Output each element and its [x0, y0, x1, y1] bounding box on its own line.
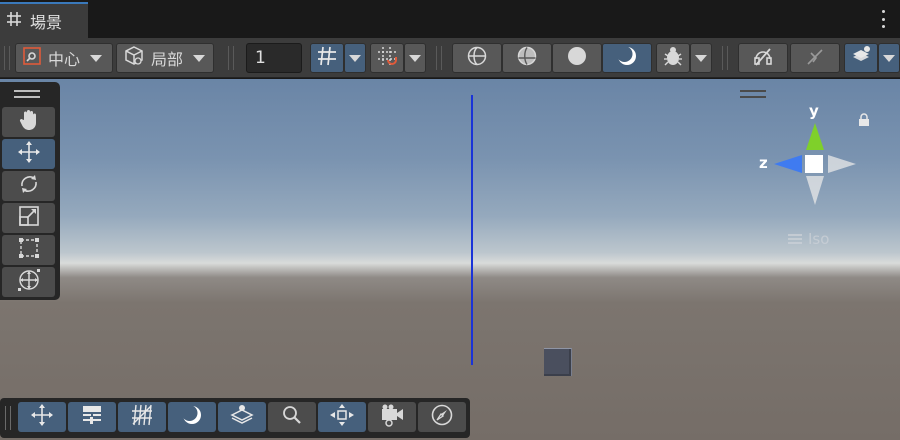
grid-visibility-dropdown[interactable] — [344, 43, 366, 73]
pivot-center-icon — [22, 46, 42, 70]
toolbar-grip[interactable] — [4, 46, 10, 70]
hand-tool-button[interactable] — [2, 107, 55, 137]
camera-overlay-button[interactable] — [368, 402, 416, 432]
shaded-wireframe-icon — [516, 45, 538, 71]
bottom-overlay-toolbar — [0, 398, 470, 438]
lighting-toggle-button[interactable] — [602, 43, 652, 73]
scene-window: 場景 中心 局部 1 y z Iso — [0, 0, 900, 440]
tab-title: 場景 — [30, 13, 63, 32]
tab-bar: 場景 — [0, 0, 900, 38]
gizmo-drag-handle[interactable] — [740, 90, 766, 98]
sliders-icon — [80, 403, 104, 431]
draw-modes-icon — [850, 45, 872, 71]
effects-toggle-button[interactable] — [790, 43, 840, 73]
hand-tool-icon — [17, 108, 41, 136]
scene-toolbar: 中心 局部 1 — [0, 38, 900, 78]
local-space-cube-icon — [123, 45, 145, 71]
wireframe-shading-button[interactable] — [452, 43, 502, 73]
chevron-down-icon — [883, 54, 895, 62]
projection-label: Iso — [808, 230, 830, 248]
grid-lines-overlay-button[interactable] — [118, 402, 166, 432]
lighting-overlay-button[interactable] — [168, 402, 216, 432]
chevron-down-icon — [193, 54, 206, 62]
effects-off-icon — [804, 45, 826, 71]
chevron-down-icon — [695, 54, 707, 62]
layers-overlay-button[interactable] — [218, 402, 266, 432]
move-tool-icon — [17, 140, 41, 168]
camera-icon — [379, 403, 405, 431]
audio-off-icon — [752, 45, 774, 71]
rotate-tool-icon — [17, 172, 41, 200]
scene-viewport[interactable] — [0, 79, 900, 440]
grid-visibility-button[interactable] — [310, 43, 344, 73]
lock-icon[interactable] — [857, 112, 871, 131]
chevron-down-icon — [409, 54, 421, 62]
gizmo-z-label: z — [759, 154, 768, 172]
z-axis-guide-line — [471, 95, 473, 365]
scale-tool-icon — [17, 204, 41, 232]
grid-snap-dropdown[interactable] — [404, 43, 426, 73]
scale-tool-button[interactable] — [2, 203, 55, 233]
compass-icon — [430, 403, 454, 431]
audio-toggle-button[interactable] — [738, 43, 788, 73]
transform-tool-icon — [17, 268, 41, 296]
gizmo-y-label: y — [809, 102, 819, 120]
toolbar-grip[interactable] — [436, 46, 442, 70]
debug-bug-icon — [662, 45, 684, 71]
scene-grid-icon — [6, 11, 22, 31]
grid-visibility-icon — [316, 45, 338, 71]
kebab-menu-icon[interactable] — [880, 10, 886, 28]
cube-object[interactable] — [544, 348, 572, 376]
debug-draw-button[interactable] — [656, 43, 690, 73]
wireframe-shading-icon — [466, 45, 488, 71]
move-tool-button[interactable] — [2, 139, 55, 169]
search-icon — [280, 403, 304, 431]
tab-scene[interactable]: 場景 — [0, 2, 88, 38]
shaded-wireframe-button[interactable] — [502, 43, 552, 73]
rect-tool-button[interactable] — [2, 235, 55, 265]
grid-lines-icon — [130, 403, 154, 431]
grid-snap-value-input[interactable]: 1 — [246, 43, 302, 73]
shaded-icon — [566, 45, 588, 71]
layers-icon — [230, 403, 254, 431]
navigation-overlay-button[interactable] — [418, 402, 466, 432]
pivot-dropdown[interactable]: 中心 — [15, 43, 113, 73]
toolbar-grip[interactable] — [722, 46, 728, 70]
grid-snap-icon — [376, 45, 398, 71]
tools-overlay — [0, 82, 60, 300]
chevron-down-icon — [90, 54, 103, 62]
debug-draw-dropdown[interactable] — [690, 43, 712, 73]
sliders-overlay-button[interactable] — [68, 402, 116, 432]
move-tool-icon — [30, 403, 54, 431]
move-overlay-button[interactable] — [18, 402, 66, 432]
space-label: 局部 — [151, 50, 184, 69]
overlay-drag-handle[interactable] — [14, 90, 40, 98]
search-overlay-button[interactable] — [268, 402, 316, 432]
moon-icon — [180, 403, 204, 431]
projection-toggle[interactable]: Iso — [788, 230, 829, 248]
orientation-gizmo[interactable] — [772, 120, 858, 210]
rotate-tool-button[interactable] — [2, 171, 55, 201]
snap-overlay-button[interactable] — [318, 402, 366, 432]
snap-center-icon — [329, 403, 355, 431]
lighting-icon — [616, 45, 638, 71]
overlay-grip[interactable] — [5, 406, 11, 430]
shaded-button[interactable] — [552, 43, 602, 73]
transform-tool-button[interactable] — [2, 267, 55, 297]
rect-tool-icon — [17, 236, 41, 264]
menu-lines-icon — [788, 234, 802, 244]
grid-snap-button[interactable] — [370, 43, 404, 73]
draw-modes-button[interactable] — [844, 43, 878, 73]
pivot-label: 中心 — [48, 50, 81, 69]
chevron-down-icon — [349, 54, 361, 62]
draw-modes-dropdown[interactable] — [878, 43, 900, 73]
space-dropdown[interactable]: 局部 — [116, 43, 214, 73]
toolbar-grip[interactable] — [228, 46, 234, 70]
